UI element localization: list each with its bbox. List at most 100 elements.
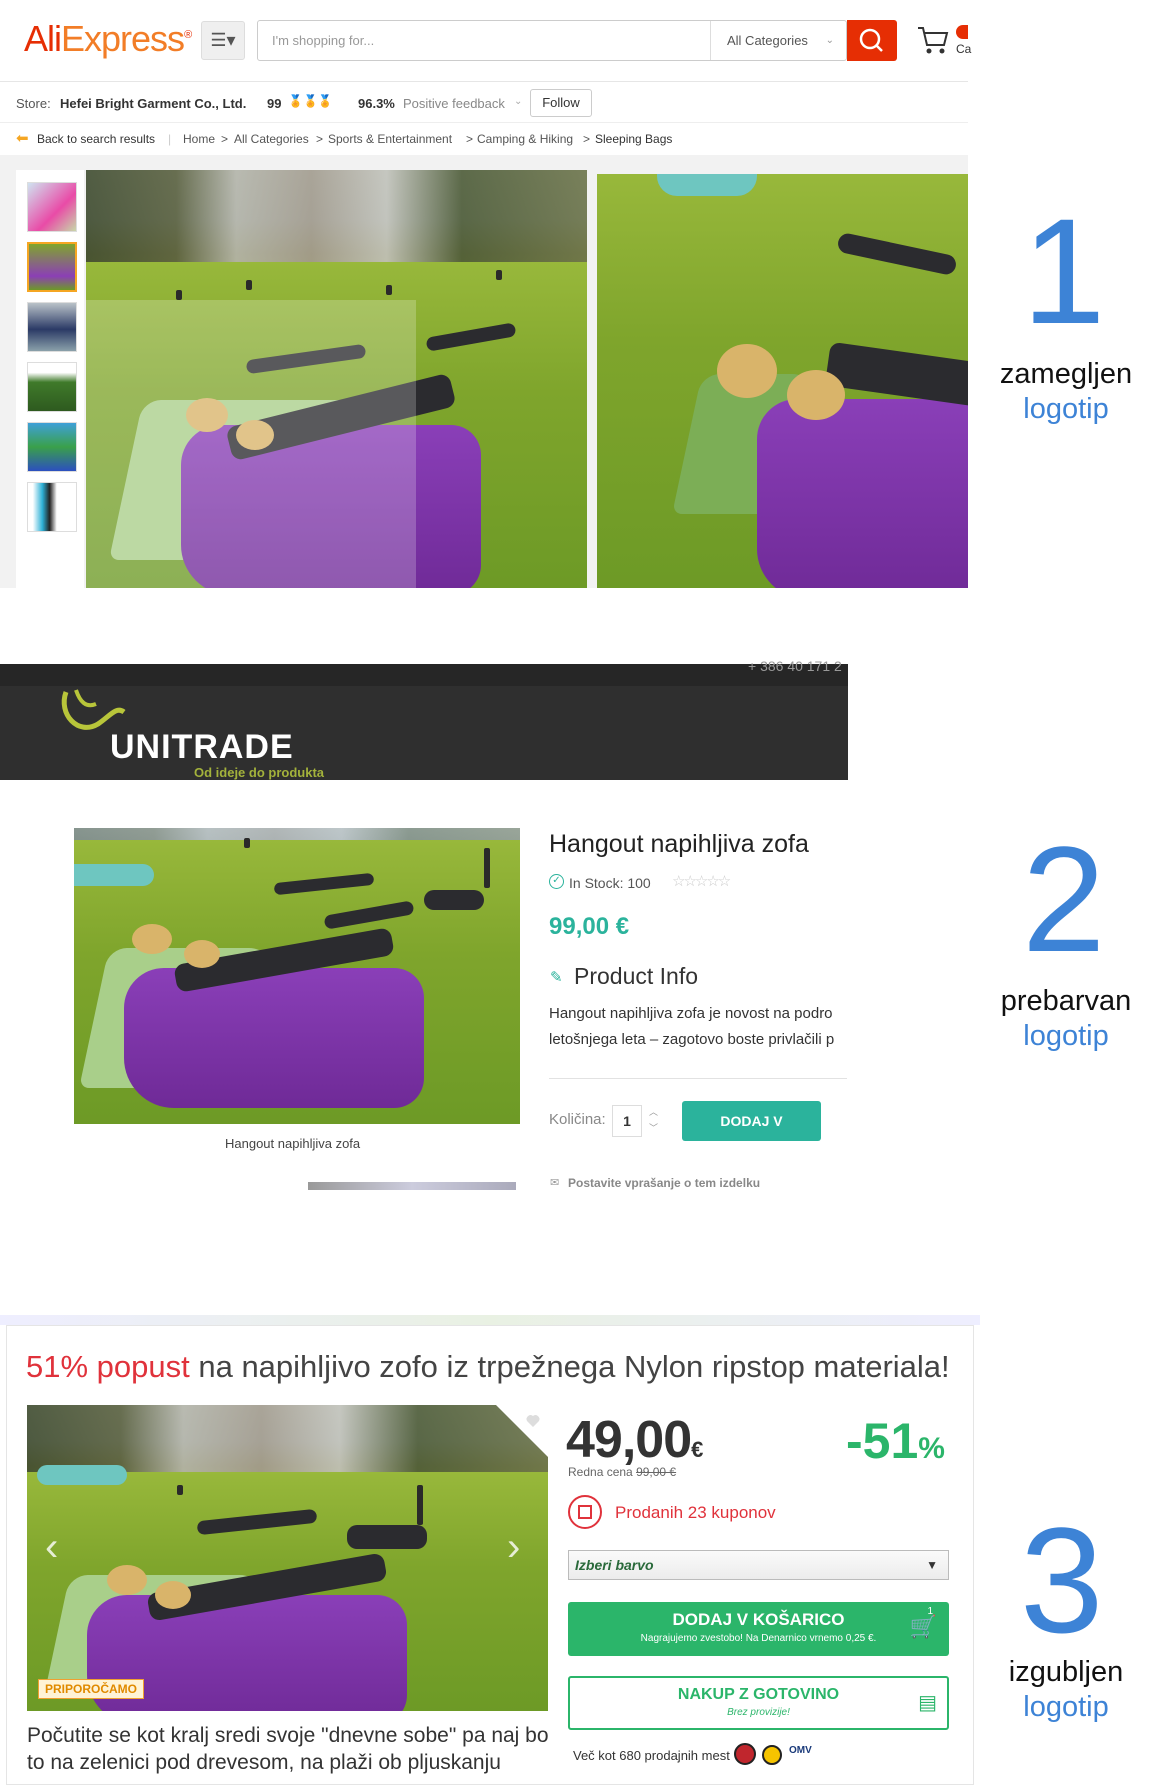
caret-down-icon: ▼ — [926, 1558, 938, 1572]
store-label: Store: — [16, 96, 51, 111]
sofa-cyan — [74, 864, 154, 886]
breadcrumb-camping[interactable]: Camping & Hiking — [477, 132, 573, 146]
category-dropdown[interactable]: All Categories ⌄ — [710, 21, 846, 60]
add-to-cart-label: DODAJ V KOŠARICO — [672, 1610, 845, 1629]
hair — [107, 1565, 147, 1595]
annotation-caption: izgubljen logotip — [986, 1655, 1146, 1725]
hair — [184, 940, 220, 968]
rating-stars[interactable]: ☆☆☆☆☆ — [672, 872, 731, 890]
annotation-number: 2 — [1022, 815, 1106, 983]
annotation-number: 1 — [1022, 187, 1106, 355]
aliexpress-screenshot: AliExpress® ☰▾ I'm shopping for... All C… — [0, 0, 1132, 588]
omv-logo: OMV — [789, 1745, 812, 1756]
thumbnail-active[interactable] — [27, 242, 77, 292]
thumbnail[interactable] — [27, 422, 77, 472]
ask-question-link[interactable]: Postavite vprašanje o tem izdelku — [568, 1176, 760, 1190]
color-select[interactable]: Izberi barvo ▼ — [568, 1550, 949, 1580]
thumbnail[interactable] — [27, 302, 77, 352]
store-name[interactable]: Hefei Bright Garment Co., Ltd. — [60, 96, 246, 111]
deal-description: Počutite se kot kralj sredi svoje "dnevn… — [27, 1724, 549, 1774]
stock-status: In Stock: 100 — [569, 875, 651, 891]
sofa-purple — [757, 399, 968, 588]
discount-value: -51 — [846, 1413, 919, 1469]
deal-image[interactable]: ‹ › — [27, 1405, 548, 1711]
search-bar[interactable]: I'm shopping for... All Categories ⌄ — [257, 20, 847, 61]
product-price: 99,00 € — [549, 913, 630, 940]
follow-button[interactable]: Follow — [530, 89, 592, 117]
thumbnail[interactable] — [27, 482, 77, 532]
sofa-cyan — [37, 1465, 127, 1485]
unitrade-logo[interactable]: UNITRADE — [110, 728, 294, 767]
breadcrumb-sep: > — [221, 132, 229, 146]
check-icon: ✓ — [549, 874, 564, 889]
caption-line1: izgubljen — [1008, 1656, 1124, 1688]
product-zoom-image — [597, 174, 968, 588]
logo-text-express: Express — [61, 18, 185, 59]
divider — [549, 1078, 847, 1079]
annotation-caption: prebarvan logotip — [986, 984, 1146, 1054]
thumbnail-strip[interactable] — [308, 1182, 516, 1190]
deal-title: 51% popust na napihljivo zofo iz trpežne… — [26, 1349, 950, 1385]
caption-line1: zamegljen — [999, 358, 1133, 390]
mail-icon: ✉ — [550, 1177, 560, 1189]
person — [386, 285, 392, 295]
search-input[interactable]: I'm shopping for... — [272, 33, 374, 48]
caption-line2: logotip — [1023, 1020, 1109, 1052]
aliexpress-logo[interactable]: AliExpress® — [24, 18, 192, 60]
back-arrow-icon[interactable]: ⬅ — [16, 129, 29, 147]
cash-register-icon: ▤ — [918, 1692, 937, 1714]
edit-icon: ✎ — [550, 969, 563, 986]
product-main-image[interactable] — [86, 170, 587, 588]
cart-label: Ca — [956, 42, 972, 56]
breadcrumb-sep: > — [466, 132, 474, 146]
price-value: 49,00 — [566, 1411, 692, 1469]
page-top-strip — [0, 1315, 980, 1325]
person-sitting — [424, 890, 484, 910]
cart-icon: 🛒 — [909, 1614, 937, 1639]
breadcrumb-sports[interactable]: Sports & Entertainment — [328, 132, 452, 146]
deal-discount: -51% — [846, 1412, 945, 1470]
favorite-heart-icon[interactable] — [496, 1405, 548, 1457]
thumbnail[interactable] — [27, 362, 77, 412]
store-score: 99 — [267, 96, 282, 111]
quantity-input[interactable]: 1 — [612, 1105, 642, 1137]
sofa-cyan — [657, 174, 757, 196]
trees-background — [86, 170, 587, 271]
prev-arrow-icon[interactable]: ‹ — [45, 1525, 58, 1570]
logo-text-ali: Ali — [24, 18, 62, 59]
coupon-icon — [568, 1495, 602, 1529]
next-arrow-icon[interactable]: › — [507, 1525, 520, 1570]
feedback-label[interactable]: Positive feedback — [403, 96, 505, 111]
partner-logo-icon — [734, 1743, 756, 1765]
cart-icon[interactable] — [916, 24, 950, 56]
add-to-cart-button[interactable]: DODAJ V KOŠARICO Nagrajujemo zvestobo! N… — [568, 1602, 949, 1656]
product-title: Hangout napihljiva zofa — [549, 830, 809, 858]
breadcrumb-all-categories[interactable]: All Categories — [234, 132, 309, 146]
store-bar: Store: Hefei Bright Garment Co., Ltd. 99… — [0, 83, 968, 123]
person — [176, 290, 182, 300]
product-info-heading: Product Info — [574, 963, 699, 989]
quantity-stepper-icon[interactable]: ︿ ﹀ — [649, 1104, 658, 1136]
add-to-cart-button[interactable]: DODAJ V KOŠARICO — [682, 1101, 821, 1169]
menu-icon[interactable]: ☰▾ — [201, 21, 245, 60]
category-label: All Categories — [727, 33, 808, 48]
cash-purchase-button[interactable]: NAKUP Z GOTOVINO Brez provizije! ▤ — [568, 1676, 949, 1730]
search-button[interactable] — [847, 20, 897, 61]
breadcrumb-sep: > — [583, 132, 591, 146]
aliexpress-header: AliExpress® ☰▾ I'm shopping for... All C… — [0, 0, 972, 82]
zoom-lens-overlay — [86, 300, 416, 588]
product-image[interactable] — [74, 828, 520, 1124]
person — [417, 1485, 423, 1525]
thumbnail[interactable] — [27, 182, 77, 232]
breadcrumb-home[interactable]: Home — [183, 132, 215, 146]
person — [244, 838, 250, 848]
person — [177, 1485, 183, 1495]
caption-line2: logotip — [1023, 1691, 1109, 1723]
cash-purchase-subtext: Brez provizije! — [727, 1707, 790, 1718]
cash-purchase-label: NAKUP Z GOTOVINO — [677, 1686, 840, 1703]
breadcrumb-sleeping-bags[interactable]: Sleeping Bags — [595, 132, 672, 146]
back-to-results-link[interactable]: Back to search results — [37, 132, 155, 146]
feedback-percent: 96.3% — [358, 96, 395, 111]
quantity-label: Količina: — [549, 1111, 606, 1128]
thumbnail-strip — [16, 170, 84, 588]
